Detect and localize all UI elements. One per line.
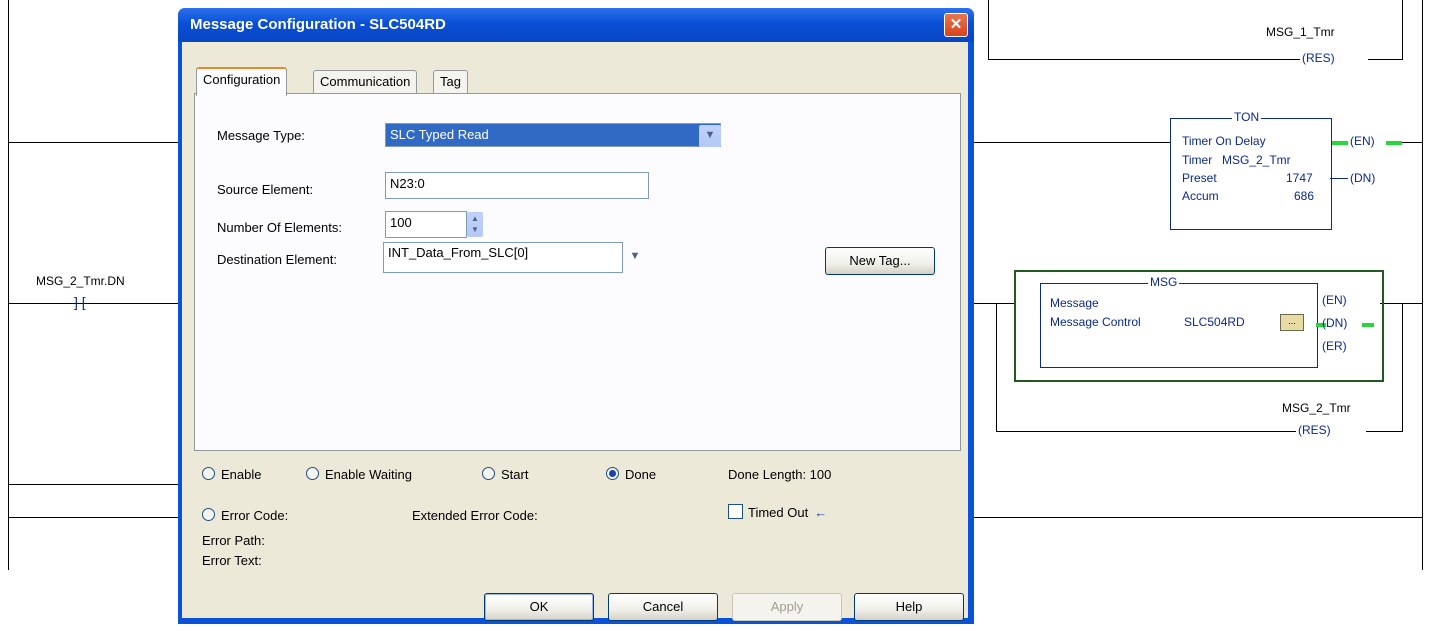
done-label: Done: [625, 467, 657, 482]
tab-tag[interactable]: Tag: [433, 70, 468, 94]
source-element-label: Source Element:: [217, 182, 314, 197]
error-code-label: Error Code:: [221, 508, 289, 523]
ton-title: Timer On Delay: [1182, 134, 1266, 148]
dialog-title: Message Configuration - SLC504RD: [190, 16, 446, 33]
rung-line: [8, 517, 178, 518]
message-type-select[interactable]: SLC Typed Read: [385, 123, 721, 147]
destination-element-field[interactable]: INT_Data_From_SLC[0]: [383, 242, 623, 273]
number-of-elements-label: Number Of Elements:: [217, 220, 342, 235]
destination-element-label: Destination Element:: [217, 252, 337, 267]
new-tag-button[interactable]: New Tag...: [825, 247, 935, 275]
msg-er-output: (ER): [1322, 339, 1347, 353]
help-button[interactable]: Help: [854, 593, 964, 621]
contact-tag-label: MSG_2_Tmr.DN: [36, 274, 125, 288]
branch-line: [988, 0, 989, 60]
enable-waiting-indicator: [306, 467, 319, 480]
enable-waiting-label: Enable Waiting: [325, 467, 412, 482]
start-indicator: [482, 467, 495, 480]
msg-title: Message: [1050, 296, 1099, 310]
ton-timer-label: Timer: [1182, 153, 1213, 167]
right-power-rail: [1422, 0, 1423, 570]
ton-preset-label: Preset: [1182, 171, 1217, 185]
rung-line: [1366, 431, 1403, 432]
branch-line: [1402, 0, 1403, 60]
examine-on-contact[interactable]: ] [: [74, 294, 86, 310]
msg-en-output: (EN): [1322, 293, 1347, 307]
res1-coil[interactable]: (RES): [1302, 51, 1335, 65]
msg-control-label: Message Control: [1050, 315, 1141, 329]
chevron-down-icon[interactable]: ▼: [625, 247, 645, 267]
rung-line: [988, 59, 1300, 60]
msg-control-value: SLC504RD: [1184, 315, 1245, 329]
done-indicator: [606, 467, 619, 480]
ok-button[interactable]: OK: [484, 593, 594, 621]
timed-out-label: Timed Out: [748, 505, 809, 520]
start-label: Start: [501, 467, 529, 482]
arrow-left-icon: ←: [814, 505, 828, 520]
tab-configuration[interactable]: Configuration: [196, 67, 288, 96]
enable-label: Enable: [221, 467, 262, 482]
rung-line: [8, 303, 178, 304]
rung-line: [8, 484, 178, 485]
extended-error-code-label: Extended Error Code:: [412, 508, 538, 523]
error-path-label: Error Path:: [202, 533, 265, 548]
ton-en-output: (EN): [1350, 134, 1375, 148]
ton-accum-value: 686: [1294, 189, 1315, 203]
rung-line: [1368, 59, 1403, 60]
ton-header: TON: [1232, 110, 1262, 124]
msg-header: MSG: [1148, 275, 1180, 289]
spinner-updown-icon[interactable]: ▲ ▼: [467, 212, 483, 237]
branch-line: [996, 303, 997, 431]
status-done: Done: [606, 467, 656, 482]
source-element-field[interactable]: N23:0: [385, 172, 649, 199]
ton-en-energized-right: [1386, 141, 1402, 145]
error-text-label: Error Text:: [202, 553, 262, 568]
done-length: Done Length: 100: [728, 467, 832, 482]
rung-line: [974, 303, 1014, 304]
apply-button[interactable]: Apply: [732, 593, 842, 621]
status-timed-out: Timed Out ←: [728, 504, 827, 520]
configuration-panel: Message Type: SLC Typed Read ▼ Source El…: [194, 93, 961, 451]
dialog-titlebar[interactable]: Message Configuration - SLC504RD ✕: [178, 8, 974, 42]
rung-line: [974, 517, 1423, 518]
message-type-label: Message Type:: [217, 128, 305, 143]
ton-timer-value: MSG_2_Tmr: [1222, 153, 1291, 167]
ton-accum-label: Accum: [1182, 189, 1219, 203]
dialog-client-area: Configuration Communication Tag Message …: [182, 42, 968, 621]
rung-line: [8, 142, 178, 143]
rung-line: [974, 142, 1170, 143]
enable-indicator: [202, 467, 215, 480]
msg-browse-button[interactable]: ...: [1280, 314, 1304, 331]
cancel-button[interactable]: Cancel: [608, 593, 718, 621]
status-error-code: Error Code:: [202, 508, 288, 523]
error-code-indicator: [202, 508, 215, 521]
message-configuration-dialog: Message Configuration - SLC504RD ✕ Confi…: [178, 8, 974, 624]
res2-coil[interactable]: (RES): [1298, 423, 1331, 437]
status-enable-waiting: Enable Waiting: [306, 467, 412, 482]
rung-line: [996, 431, 1296, 432]
branch-line: [1402, 303, 1403, 431]
res1-tag-label: MSG_1_Tmr: [1266, 25, 1335, 39]
number-of-elements-stepper[interactable]: 100: [385, 211, 467, 238]
tab-communication[interactable]: Communication: [313, 70, 418, 94]
status-enable: Enable: [202, 467, 261, 482]
status-start: Start: [482, 467, 528, 482]
timed-out-checkbox: [728, 504, 743, 519]
res2-tag-label: MSG_2_Tmr: [1282, 401, 1351, 415]
ton-en-energized: [1332, 141, 1348, 145]
ton-preset-value: 1747: [1286, 171, 1313, 185]
msg-dn-energized-right: [1362, 323, 1374, 327]
chevron-down-icon[interactable]: ▼: [699, 125, 721, 147]
ton-dn-line: [1330, 178, 1348, 179]
close-button[interactable]: ✕: [944, 13, 968, 37]
ton-dn-output: (DN): [1350, 171, 1376, 185]
msg-dn-output: (DN): [1322, 316, 1348, 330]
